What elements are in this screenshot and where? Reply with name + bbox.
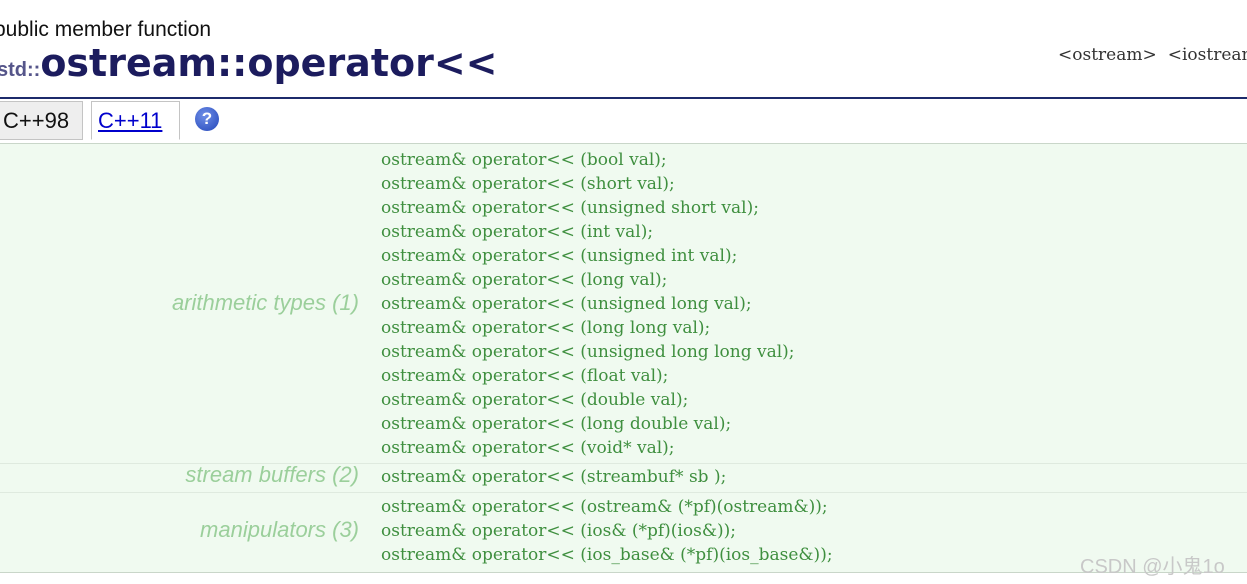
declaration-line: ostream& operator<< (float val);: [381, 366, 669, 386]
help-icon[interactable]: ?: [195, 107, 219, 131]
page-title: std::ostream::operator<<: [0, 44, 498, 82]
declaration-line: ostream& operator<< (unsigned short val)…: [381, 198, 759, 218]
tab-cpp98[interactable]: C++98: [0, 101, 83, 140]
declaration-line: ostream& operator<< (long double val);: [381, 414, 732, 434]
header-iostream[interactable]: <iostream>: [1168, 45, 1247, 65]
group-label-manipulators: manipulators (3): [200, 517, 359, 542]
declaration-line: ostream& operator<< (ios& (*pf)(ios&));: [381, 521, 736, 541]
declaration-line: ostream& operator<< (streambuf* sb );: [381, 467, 727, 487]
declaration-line: ostream& operator<< (unsigned long long …: [381, 342, 795, 362]
declaration-lines: ostream& operator<< (ostream& (*pf)(ostr…: [381, 495, 833, 567]
declaration-line: ostream& operator<< (short val);: [381, 174, 675, 194]
header-files: <ostream> <iostream>: [1058, 45, 1247, 65]
tab-cpp11[interactable]: C++11: [91, 101, 180, 140]
declaration-line: ostream& operator<< (ios_base& (*pf)(ios…: [381, 545, 833, 565]
group-manipulators: manipulators (3) ostream& operator<< (os…: [0, 492, 1247, 573]
member-kind: public member function: [0, 18, 212, 41]
declaration-line: ostream& operator<< (long val);: [381, 270, 668, 290]
declaration-line: ostream& operator<< (bool val);: [381, 150, 667, 170]
declaration-lines: ostream& operator<< (streambuf* sb );: [381, 465, 726, 489]
namespace-prefix: std::: [0, 59, 41, 81]
group-label-stream-buffers: stream buffers (2): [185, 462, 359, 487]
group-arithmetic-types: arithmetic types (1) ostream& operator<<…: [0, 144, 1247, 461]
declaration-line: ostream& operator<< (unsigned int val);: [381, 246, 738, 266]
declaration-line: ostream& operator<< (double val);: [381, 390, 689, 410]
declaration-line: ostream& operator<< (unsigned long val);: [381, 294, 752, 314]
declaration-line: ostream& operator<< (long long val);: [381, 318, 711, 338]
watermark: CSDN @小鬼1o: [1080, 556, 1225, 578]
version-tabs: C++98 C++11 ?: [0, 99, 1247, 144]
declaration-line: ostream& operator<< (ostream& (*pf)(ostr…: [381, 497, 828, 517]
header-ostream[interactable]: <ostream>: [1058, 45, 1157, 65]
function-name: ostream::operator<<: [40, 41, 498, 85]
table-bottom-rule: [0, 572, 1247, 573]
declarations-table: arithmetic types (1) ostream& operator<<…: [0, 144, 1247, 572]
group-label-arithmetic: arithmetic types (1): [171, 290, 359, 315]
declaration-lines: ostream& operator<< (bool val); ostream&…: [381, 148, 795, 460]
group-stream-buffers: stream buffers (2) ostream& operator<< (…: [0, 462, 1247, 491]
declaration-line: ostream& operator<< (int val);: [381, 222, 654, 242]
declaration-line: ostream& operator<< (void* val);: [381, 438, 675, 458]
